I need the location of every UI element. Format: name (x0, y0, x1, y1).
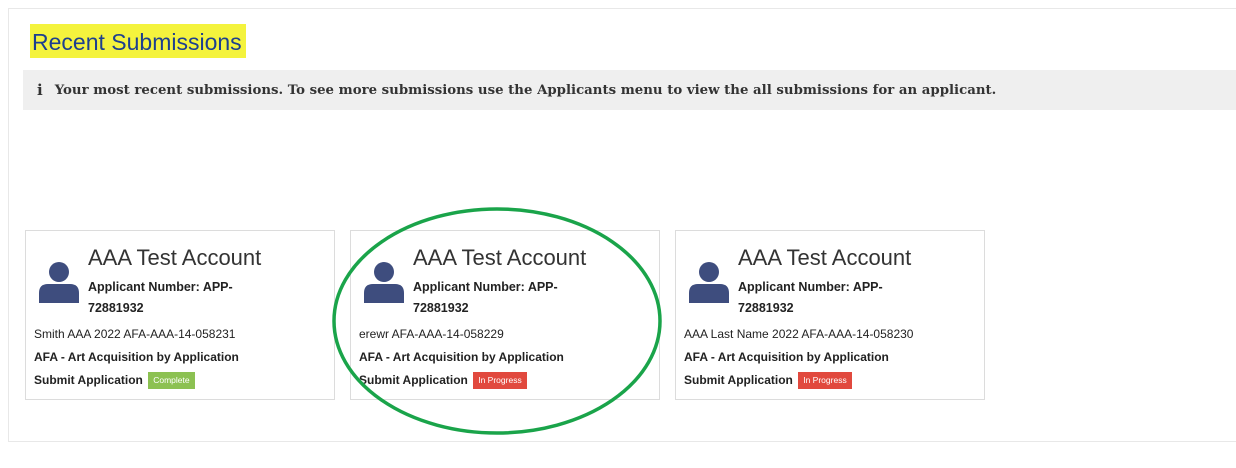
status-badge: Complete (148, 372, 195, 390)
program-name: AFA - Art Acquisition by Application (359, 350, 564, 364)
applicant-number: Applicant Number: APP-72881932 (88, 280, 233, 315)
submission-card[interactable]: AAA Test Account Applicant Number: APP-7… (350, 230, 660, 400)
applicant-name: AAA Test Account (413, 245, 587, 270)
applicant-name: AAA Test Account (738, 245, 912, 270)
submission-stage: Submit Application (359, 373, 468, 387)
submission-name: AAA Last Name 2022 AFA-AAA-14-058230 (684, 327, 914, 341)
user-avatar-icon (39, 262, 79, 303)
applicant-name: AAA Test Account (88, 245, 262, 270)
status-badge: In Progress (798, 372, 852, 390)
program-name: AFA - Art Acquisition by Application (684, 350, 889, 364)
info-icon: i (37, 81, 43, 99)
info-text: Your most recent submissions. To see mor… (54, 82, 997, 98)
program-name: AFA - Art Acquisition by Application (34, 350, 239, 364)
applicant-number: Applicant Number: APP-72881932 (413, 280, 558, 315)
user-avatar-icon (689, 262, 729, 303)
submission-stage: Submit Application (684, 373, 793, 387)
submission-stage: Submit Application (34, 373, 143, 387)
user-avatar-icon (364, 262, 404, 303)
submission-name: erewr AFA-AAA-14-058229 (359, 327, 504, 341)
submission-card[interactable]: AAA Test Account Applicant Number: APP-7… (25, 230, 335, 400)
submission-name: Smith AAA 2022 AFA-AAA-14-058231 (34, 327, 236, 341)
info-banner: i Your most recent submissions. To see m… (23, 70, 1236, 110)
applicant-number: Applicant Number: APP-72881932 (738, 280, 883, 315)
status-badge: In Progress (473, 372, 527, 390)
submission-card[interactable]: AAA Test Account Applicant Number: APP-7… (675, 230, 985, 400)
section-title: Recent Submissions (30, 24, 246, 58)
